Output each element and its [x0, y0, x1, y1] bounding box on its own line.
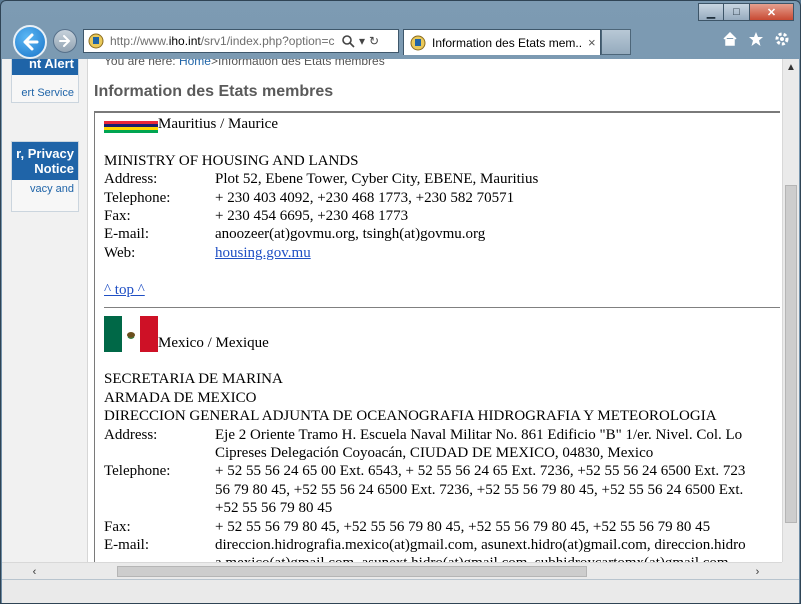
email-row: E-mail: direccion.hidrografia.mexico(at)g…: [104, 537, 746, 554]
telephone-row-cont: +52 55 56 79 80 45: [215, 500, 333, 517]
address-bar[interactable]: http://www.iho.int/srv1/index.php?option…: [83, 29, 399, 53]
email-row: E-mail: anoozeer(at)govmu.org, tsingh(at)…: [104, 226, 486, 243]
fax-row: Fax: + 230 454 6695, +230 468 1773: [104, 208, 409, 225]
scroll-right-icon[interactable]: ›: [749, 563, 766, 579]
page-title: Information des Etats membres: [94, 83, 334, 100]
status-bar: [2, 579, 799, 603]
arrow-right-icon: [59, 35, 71, 47]
alert-service-box[interactable]: nt Alert ert Service: [11, 59, 79, 103]
close-window-button[interactable]: ✕: [750, 3, 794, 21]
maximize-button[interactable]: □: [724, 3, 750, 21]
frame-border-top: [94, 111, 780, 113]
fax-row: Fax: + 52 55 56 79 80 45, +52 55 56 79 80…: [104, 518, 711, 535]
url-text[interactable]: http://www.iho.int/srv1/index.php?option…: [110, 34, 338, 48]
favorites-star-icon[interactable]: [748, 31, 764, 47]
telephone-row-cont: 56 79 80 45, +52 55 56 24 6500 Ext. 7236…: [215, 481, 744, 498]
left-sidebar: nt Alert ert Service r, Privacy Notice v…: [2, 59, 88, 579]
alert-service-link[interactable]: ert Service: [12, 75, 78, 102]
telephone-row: Telephone: + 52 55 56 24 65 00 Ext. 6543,…: [104, 463, 746, 480]
window-caption-buttons: ▁ □ ✕: [698, 3, 794, 21]
organization-department: DIRECCION GENERAL ADJUNTA DE OCEANOGRAFI…: [104, 408, 717, 425]
new-tab-button[interactable]: [601, 29, 631, 55]
country-header-mauritius: Mauritius / Maurice: [104, 115, 780, 134]
web-row: Web: housing.gov.mu: [104, 244, 311, 262]
mexico-emblem-icon: [127, 332, 135, 340]
organization-name: SECRETARIA DE MARINA: [104, 371, 283, 388]
tab-favicon-icon: [410, 35, 426, 50]
address-row: Address: Eje 2 Oriente Tramo H. Escuela N…: [104, 426, 743, 443]
minimize-button[interactable]: ▁: [698, 3, 724, 21]
country-name: Mauritius / Maurice: [158, 116, 278, 132]
forward-button[interactable]: [53, 29, 77, 53]
breadcrumb-home-link[interactable]: Home: [179, 59, 211, 68]
privacy-notice-box[interactable]: r, Privacy Notice vacy and: [11, 141, 79, 212]
back-button[interactable]: [13, 25, 47, 59]
site-favicon-icon: [88, 33, 104, 49]
address-row: Address: Plot 52, Ebene Tower, Cyber City…: [104, 171, 539, 188]
horizontal-scroll-thumb[interactable]: [117, 566, 587, 577]
scrollbar-corner: [782, 562, 799, 579]
maximize-icon: □: [733, 6, 740, 18]
member-states-list: Mauritius / Maurice MINISTRY OF HOUSING …: [104, 115, 780, 573]
scroll-left-icon[interactable]: ‹: [26, 563, 43, 579]
alert-box-title: nt Alert: [12, 59, 78, 75]
address-row-cont: Cipreses Delegación Coyoacán, CIUDAD DE …: [215, 445, 654, 462]
tab-close-icon[interactable]: ×: [588, 35, 596, 50]
dropdown-icon[interactable]: ▾: [359, 34, 365, 48]
web-link[interactable]: housing.gov.mu: [215, 244, 311, 262]
home-icon[interactable]: [722, 31, 738, 47]
page-viewport: nt Alert ert Service r, Privacy Notice v…: [2, 59, 799, 579]
arrow-left-icon: [23, 33, 39, 51]
country-header-mexico: Mexico / Mexique: [104, 316, 780, 353]
privacy-link[interactable]: vacy and: [12, 180, 78, 211]
organization-subname: ARMADA DE MEXICO: [104, 389, 257, 406]
breadcrumb: You are here: Home>Information des Etats…: [104, 59, 385, 68]
organization-name: MINISTRY OF HOUSING AND LANDS: [104, 152, 359, 169]
privacy-box-subtitle: Notice: [34, 161, 74, 176]
mauritius-flag: [104, 121, 158, 134]
tab-title: Information des Etats mem...: [432, 35, 582, 50]
search-icon[interactable]: [342, 34, 355, 48]
frame-border-left: [94, 111, 95, 579]
close-icon: ✕: [766, 6, 777, 19]
mexico-flag: [104, 316, 158, 353]
horizontal-scrollbar[interactable]: ‹ ›: [2, 562, 782, 579]
telephone-row: Telephone: + 230 403 4092, +230 468 1773,…: [104, 189, 515, 206]
refresh-icon[interactable]: ↻: [369, 34, 379, 48]
country-name: Mexico / Mexique: [158, 334, 269, 351]
section-divider: [104, 307, 780, 309]
top-link[interactable]: ^ top ^: [104, 282, 145, 298]
vertical-scrollbar[interactable]: ▲ ▼: [782, 59, 799, 579]
browser-window: ▁ □ ✕ http://www.iho.int/srv1/index.php?…: [0, 0, 801, 604]
browser-toolbar: http://www.iho.int/srv1/index.php?option…: [1, 23, 800, 59]
gear-icon[interactable]: [774, 31, 790, 47]
minimize-icon: ▁: [706, 6, 716, 19]
vertical-scroll-thumb[interactable]: [785, 185, 797, 523]
tab-information[interactable]: Information des Etats mem... ×: [403, 29, 601, 55]
scroll-up-icon[interactable]: ▲: [783, 59, 799, 76]
privacy-box-title: r, Privacy: [16, 146, 74, 161]
